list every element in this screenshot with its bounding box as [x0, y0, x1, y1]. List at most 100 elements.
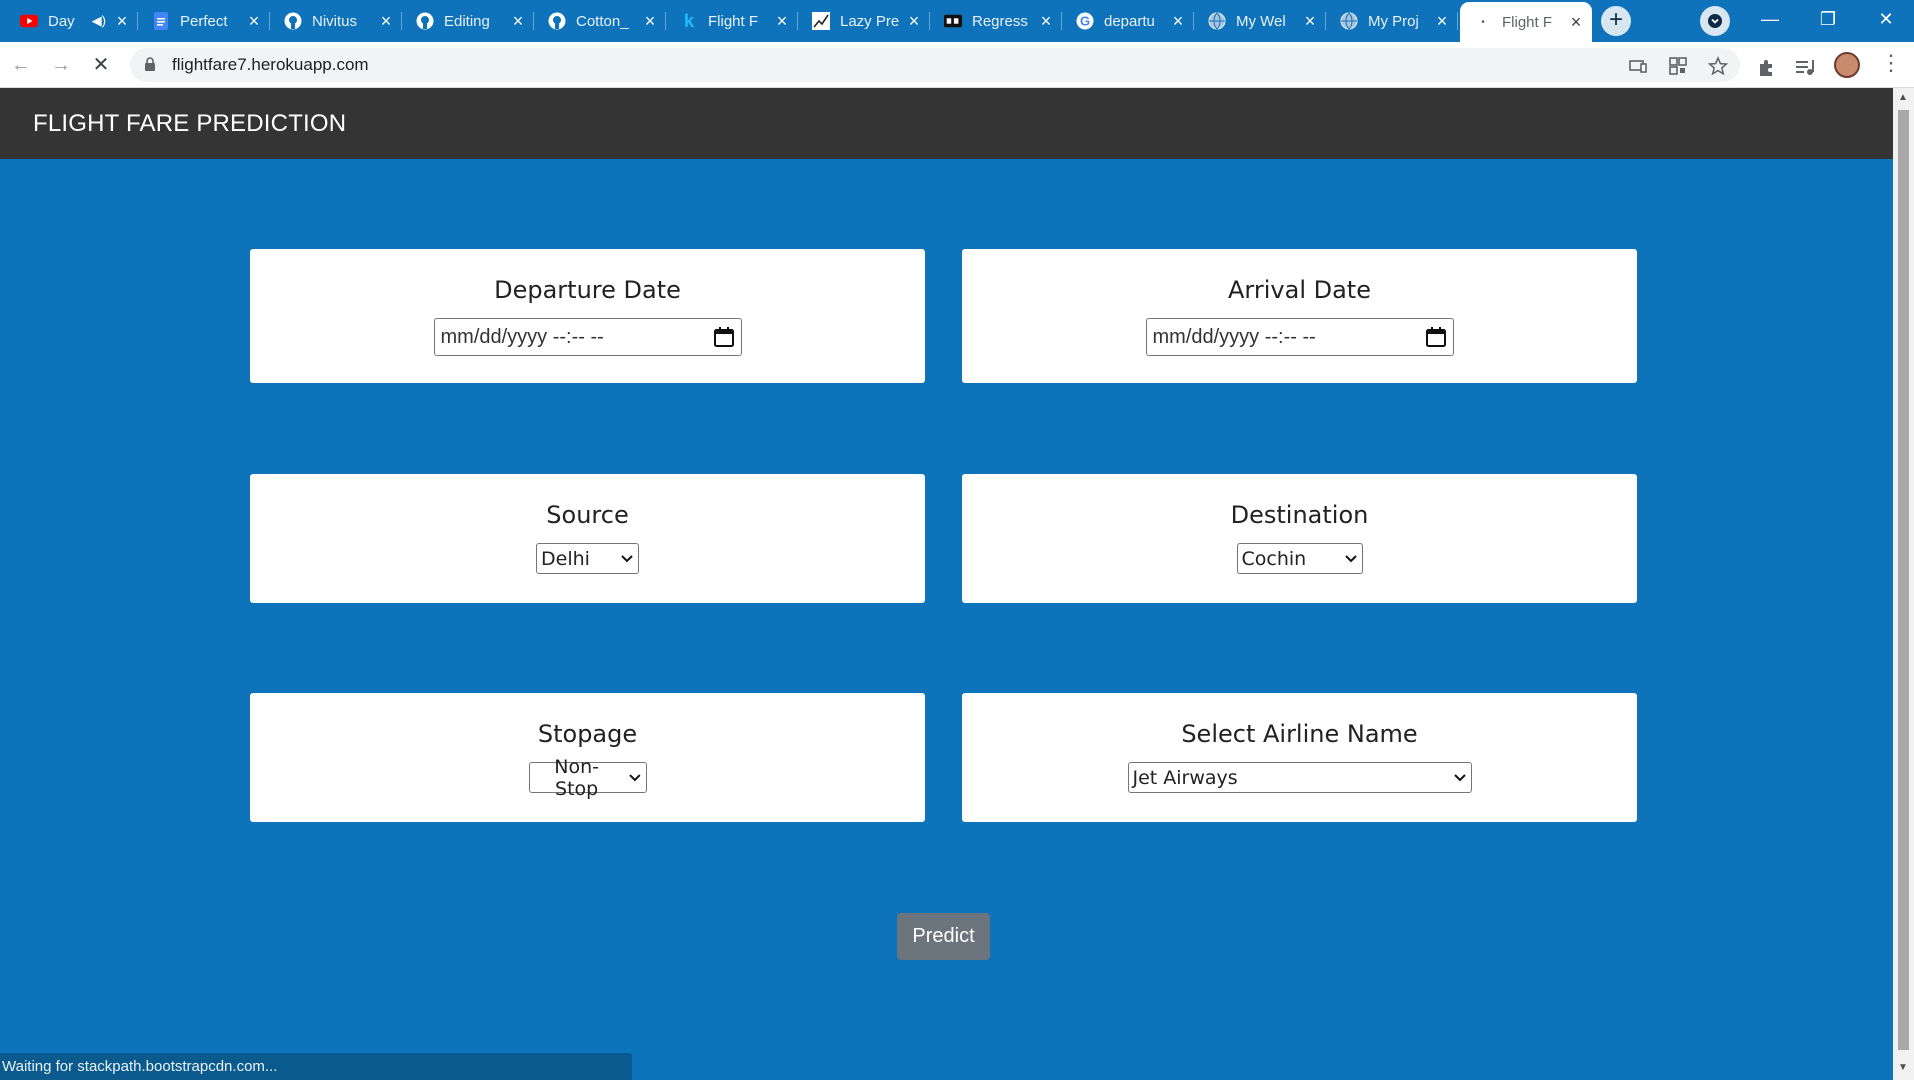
close-tab-icon[interactable]: ×	[642, 12, 658, 30]
site-navbar: FLIGHT FARE PREDICTION	[0, 88, 1893, 159]
address-bar[interactable]: flightfare7.herokuapp.com	[130, 48, 1740, 82]
airline-select[interactable]: Jet Airways	[1127, 762, 1472, 793]
scrollbar-thumb[interactable]	[1898, 110, 1909, 1050]
scroll-down-arrow-icon[interactable]: ▼	[1898, 1062, 1908, 1073]
tab-title: Editing	[444, 12, 490, 30]
chevron-down-icon	[621, 554, 633, 562]
browser-tab-strip: Day ◀) × Perfect × Nivitus × Editing × C…	[0, 0, 1914, 42]
tab-title: Lazy Pre	[840, 12, 900, 30]
close-window-icon[interactable]: ✕	[1858, 0, 1914, 38]
close-tab-icon[interactable]: ×	[1302, 12, 1318, 30]
loading-icon: •	[1481, 16, 1485, 28]
new-tab-button[interactable]: +	[1601, 6, 1631, 36]
browser-tab[interactable]: My Proj ×	[1326, 4, 1458, 38]
tab-title: Regress	[972, 12, 1028, 30]
browser-tab[interactable]: My Wel ×	[1194, 4, 1326, 38]
page-scrollbar[interactable]: ▲ ▼	[1893, 88, 1914, 1080]
install-app-icon[interactable]	[1628, 56, 1648, 76]
stopage-selected-value: Non-Stop	[554, 755, 599, 800]
arrival-date-label: Arrival Date	[1228, 276, 1371, 304]
back-arrow-icon[interactable]: ←	[6, 50, 36, 80]
close-tab-icon[interactable]: ×	[378, 12, 394, 30]
close-tab-icon[interactable]: ×	[1434, 12, 1450, 30]
stop-loading-icon[interactable]: ✕	[86, 50, 116, 80]
extensions-puzzle-icon[interactable]	[1756, 56, 1778, 78]
close-tab-icon[interactable]: ×	[510, 12, 526, 30]
stopage-select[interactable]: Non-Stop	[528, 756, 647, 800]
browser-tab[interactable]: Editing ×	[402, 4, 534, 38]
browser-tab[interactable]: Regress ×	[930, 4, 1062, 38]
close-tab-icon[interactable]: ×	[1568, 13, 1584, 31]
kebab-menu-icon[interactable]: ⋮	[1880, 52, 1902, 74]
airline-label: Select Airline Name	[1181, 720, 1418, 748]
chevron-down-icon	[1453, 773, 1466, 781]
source-label: Source	[546, 501, 629, 529]
browser-tab[interactable]: k Flight F ×	[666, 4, 798, 38]
departure-date-card: Departure Date mm/dd/yyyy --:-- --	[250, 249, 925, 383]
close-tab-icon[interactable]: ×	[774, 12, 790, 30]
tab-title: My Proj	[1368, 12, 1419, 30]
close-tab-icon[interactable]: ×	[114, 12, 130, 30]
airline-selected-value: Jet Airways	[1132, 766, 1238, 789]
site-brand[interactable]: FLIGHT FARE PREDICTION	[33, 110, 346, 138]
calendar-icon[interactable]	[713, 326, 735, 348]
tab-title: Flight F	[708, 12, 759, 30]
arrival-date-input[interactable]: mm/dd/yyyy --:-- --	[1145, 318, 1454, 356]
media-controls-icon[interactable]	[1794, 56, 1816, 78]
github-icon	[284, 12, 302, 30]
browser-toolbar: ← → ✕ flightfare7.herokuapp.com ⋮	[0, 42, 1914, 88]
github-icon	[548, 12, 566, 30]
calendar-icon[interactable]	[1425, 326, 1447, 348]
browser-tab-active[interactable]: • Flight F ×	[1460, 2, 1592, 42]
browser-tab[interactable]: Lazy Pre ×	[798, 4, 930, 38]
browser-tab[interactable]: Perfect ×	[138, 4, 270, 38]
globe-icon	[1208, 12, 1226, 30]
tab-title: Flight F	[1502, 13, 1553, 31]
bookmark-star-icon[interactable]	[1707, 56, 1729, 76]
tab-title: Perfect	[180, 12, 228, 30]
chevron-down-icon	[1708, 14, 1722, 28]
destination-select[interactable]: Cochin	[1236, 543, 1363, 574]
tab-title: Day	[48, 12, 75, 30]
minimize-icon[interactable]: —	[1742, 0, 1798, 38]
tab-search-button[interactable]	[1700, 6, 1730, 36]
departure-date-input[interactable]: mm/dd/yyyy --:-- --	[433, 318, 742, 356]
close-tab-icon[interactable]: ×	[1038, 12, 1054, 30]
close-tab-icon[interactable]: ×	[1170, 12, 1186, 30]
speaker-icon[interactable]: ◀)	[92, 13, 106, 29]
chevron-down-icon	[1344, 554, 1357, 562]
kaggle-icon: k	[683, 10, 694, 31]
close-tab-icon[interactable]: ×	[906, 12, 922, 30]
browser-tab[interactable]: G departu ×	[1062, 4, 1194, 38]
departure-date-label: Departure Date	[494, 276, 681, 304]
close-tab-icon[interactable]: ×	[246, 12, 262, 30]
browser-tab[interactable]: Day ◀) ×	[6, 4, 138, 38]
forward-arrow-icon[interactable]: →	[46, 50, 76, 80]
docs-icon	[152, 12, 170, 30]
destination-label: Destination	[1230, 501, 1369, 529]
globe-icon	[1340, 12, 1358, 30]
profile-avatar[interactable]	[1834, 52, 1860, 78]
browser-tab[interactable]: Nivitus ×	[270, 4, 402, 38]
chevron-down-icon	[629, 773, 641, 781]
qr-code-icon[interactable]	[1668, 56, 1688, 76]
tab-title: Nivitus	[312, 12, 358, 30]
source-card: Source Delhi	[250, 474, 925, 603]
restore-icon[interactable]: ❐	[1800, 0, 1856, 38]
airline-card: Select Airline Name Jet Airways	[962, 693, 1637, 822]
browser-status-bar: Waiting for stackpath.bootstrapcdn.com..…	[0, 1053, 632, 1080]
predict-button[interactable]: Predict	[897, 913, 990, 960]
destination-card: Destination Cochin	[962, 474, 1637, 603]
stopage-card: Stopage Non-Stop	[250, 693, 925, 822]
source-select[interactable]: Delhi	[536, 543, 639, 574]
video-icon	[944, 12, 962, 30]
scroll-up-arrow-icon[interactable]: ▲	[1898, 92, 1908, 103]
lock-icon	[144, 57, 156, 77]
tab-title: My Wel	[1236, 12, 1286, 30]
stopage-label: Stopage	[537, 720, 638, 748]
source-selected-value: Delhi	[541, 547, 590, 570]
url-text: flightfare7.herokuapp.com	[172, 55, 369, 74]
browser-tab[interactable]: Cotton_ ×	[534, 4, 666, 38]
svg-text:G: G	[1080, 14, 1090, 29]
tab-title: departu	[1104, 12, 1155, 30]
